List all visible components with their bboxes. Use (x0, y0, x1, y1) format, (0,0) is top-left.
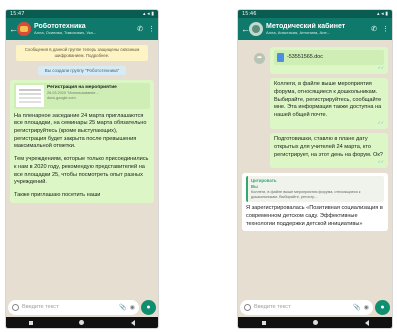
message-input[interactable]: Введите текст 📎 ◉ (8, 299, 139, 315)
message-bubble[interactable]: Регистрация на мероприятие 26.03.2020 "И… (10, 79, 154, 203)
message-text: Коллеги, в файле выше мероприятия форума… (274, 81, 382, 119)
mic-button[interactable]: ● (141, 299, 156, 315)
group-avatar[interactable] (249, 22, 263, 36)
quote-text: Коллеги, в файле выше мероприятия форума… (251, 190, 361, 200)
attach-icon[interactable]: 📎 (119, 304, 126, 311)
message-composer: Введите текст 📎 ◉ ● (240, 298, 390, 316)
reply-bubble[interactable]: Цитировать Вы Коллеги, в файле выше меро… (242, 173, 388, 232)
more-options-icon[interactable]: ⋮ (148, 25, 155, 33)
message-input[interactable]: Введите текст 📎 ◉ (240, 299, 373, 315)
nav-back-icon[interactable] (364, 319, 369, 326)
link-preview[interactable]: Регистрация на мероприятие 26.03.2020 "И… (14, 82, 150, 109)
document-attachment[interactable]: -53551565.doc (274, 50, 384, 65)
emoji-icon[interactable] (244, 303, 251, 311)
header-actions: ✆ ⋮ (137, 25, 155, 33)
chat-title-area[interactable]: Методический кабинет Алла, Анастасия, Ан… (266, 23, 371, 35)
chat-title-area[interactable]: Робототехника Алла, Осипова, Тимохович, … (34, 23, 137, 35)
message-bubble[interactable]: Коллеги, в файле выше мероприятия форума… (270, 78, 388, 130)
document-icon (277, 53, 284, 62)
phone-screen-right: 15:46 ▴ ◂ ▮ ← Методический кабинет Алла,… (238, 10, 392, 328)
status-bar: 15:47 ▴ ◂ ▮ (6, 10, 158, 18)
system-nav-bar (6, 317, 158, 328)
more-options-icon[interactable]: ⋮ (382, 25, 389, 33)
chat-title: Робототехника (34, 23, 86, 30)
quoted-message[interactable]: Цитировать Вы Коллеги, в файле выше меро… (246, 176, 384, 203)
share-icon[interactable]: ➦ (254, 53, 265, 64)
chat-title: Методический кабинет (266, 23, 346, 30)
back-arrow-icon[interactable]: ← (241, 24, 250, 34)
system-nav-bar (238, 317, 392, 328)
call-add-icon[interactable]: ✆ (371, 25, 377, 33)
chat-members: Алла, Осипова, Тимохович, Ука... (34, 30, 97, 35)
camera-icon[interactable]: ◉ (364, 304, 369, 311)
message-list[interactable]: Сообщения в данной группе теперь защищен… (6, 40, 158, 296)
emoji-icon[interactable] (12, 303, 19, 311)
header-actions: ✆ ⋮ (371, 25, 389, 33)
message-list[interactable]: ➦ -53551565.doc Коллеги, в файле выше ме… (238, 40, 392, 296)
message-status (274, 66, 384, 71)
status-icons: ▴ ◂ ▮ (377, 11, 388, 17)
message-bubble[interactable]: Подготовишки, ставлю в плане дату открыт… (270, 133, 388, 169)
status-time: 15:46 (242, 11, 257, 17)
link-title: Регистрация на мероприятие (47, 84, 117, 90)
message-text: Я зарегистрировалась «Позитивная социали… (246, 205, 383, 227)
mic-button[interactable]: ● (375, 299, 390, 315)
message-text: Тем учреждениям, которые только присоеди… (14, 156, 149, 186)
phone-screen-left: 15:47 ▴ ◂ ▮ ← Робототехника Алла, Осипов… (6, 10, 158, 328)
message-status (274, 121, 384, 126)
message-input-placeholder: Введите текст (254, 304, 291, 310)
back-arrow-icon[interactable]: ← (9, 24, 18, 34)
chat-header: ← Методический кабинет Алла, Анастасия, … (238, 18, 392, 40)
camera-icon[interactable]: ◉ (130, 304, 135, 311)
message-text: На пленарное заседание 24 марта приглаша… (14, 112, 147, 150)
message-input-placeholder: Введите текст (22, 304, 59, 310)
message-text: Также приглашаю посетить наши (14, 192, 101, 199)
link-thumbnail (16, 84, 44, 107)
home-icon[interactable] (79, 320, 85, 325)
attach-icon[interactable]: 📎 (353, 304, 360, 311)
link-domain: docs.google.com (47, 95, 76, 100)
chat-header: ← Робототехника Алла, Осипова, Тимохович… (6, 18, 158, 40)
encryption-notice[interactable]: Сообщения в данной группе теперь защищен… (16, 45, 148, 61)
status-time: 15:47 (10, 11, 25, 17)
group-created-notice: Вы создали группу "Робототехника" (38, 65, 126, 75)
nav-back-icon[interactable] (130, 319, 135, 326)
chat-members: Алла, Анастасия, Антонина, Але... (266, 30, 331, 35)
call-icon[interactable]: ✆ (137, 25, 143, 33)
group-avatar[interactable] (17, 22, 31, 36)
message-status (274, 160, 384, 165)
home-icon[interactable] (312, 320, 318, 325)
recents-icon[interactable] (261, 320, 266, 325)
status-bar: 15:46 ▴ ◂ ▮ (238, 10, 392, 18)
message-composer: Введите текст 📎 ◉ ● (8, 298, 156, 316)
status-icons: ▴ ◂ ▮ (143, 11, 154, 17)
document-bubble[interactable]: -53551565.doc (270, 47, 388, 75)
message-text: Подготовишки, ставлю в плане дату открыт… (274, 136, 383, 158)
document-name: -53551565.doc (287, 53, 323, 60)
recents-icon[interactable] (29, 320, 34, 325)
